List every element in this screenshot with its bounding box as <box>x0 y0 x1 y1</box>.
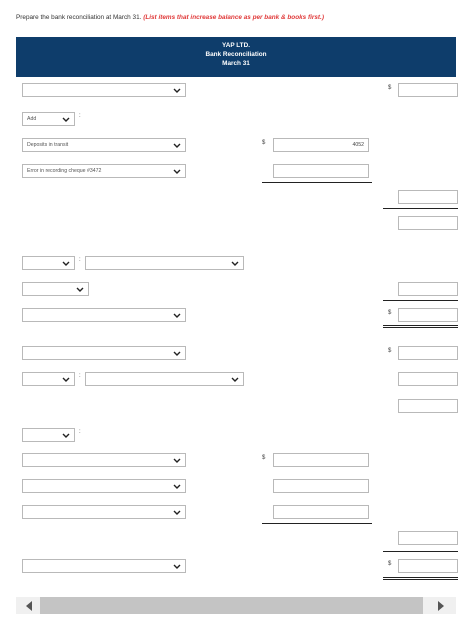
books-line-2-select[interactable] <box>22 479 186 493</box>
error-recording-amount[interactable] <box>273 164 369 178</box>
balance-per-bank-amount[interactable] <box>398 83 458 97</box>
deposits-in-transit-label: Deposits in transit <box>27 142 69 148</box>
deposits-in-transit-select[interactable]: Deposits in transit <box>22 138 186 152</box>
books-line-3-amount[interactable] <box>273 505 369 519</box>
books-line-1-amount[interactable] <box>273 453 369 467</box>
adjusted-books-balance-select[interactable] <box>22 559 186 573</box>
scroll-left-arrow-icon[interactable] <box>26 601 32 611</box>
currency-symbol: $ <box>262 455 266 461</box>
double-underline <box>383 325 458 328</box>
adjusted-bank-balance-select[interactable] <box>22 308 186 322</box>
chevron-down-icon <box>62 377 70 382</box>
scrollbar-thumb[interactable] <box>40 597 423 614</box>
deduction-sub-select[interactable] <box>22 282 89 296</box>
chevron-down-icon <box>62 117 70 122</box>
currency-symbol: $ <box>388 85 392 91</box>
add-less-select-2[interactable] <box>22 256 75 270</box>
deduction-underline <box>383 300 458 301</box>
books-item-select[interactable] <box>85 372 244 386</box>
error-recording-select[interactable]: Error in recording cheque #3472 <box>22 164 186 178</box>
books-add-less-select-2[interactable] <box>22 428 75 442</box>
subtotal-underline <box>262 182 372 183</box>
chevron-down-icon <box>173 313 181 318</box>
books-subtotal-amount[interactable] <box>398 399 458 413</box>
company-name: YAP LTD. <box>222 42 250 49</box>
chevron-down-icon <box>173 484 181 489</box>
chevron-down-icon <box>173 88 181 93</box>
report-title: Bank Reconciliation <box>205 51 267 58</box>
colon-label: : <box>79 257 81 263</box>
instruction-text: Prepare the bank reconciliation at March… <box>16 14 324 21</box>
chevron-down-icon <box>173 564 181 569</box>
colon-label: : <box>79 373 81 379</box>
scroll-right-arrow-icon[interactable] <box>438 601 444 611</box>
chevron-down-icon <box>173 510 181 515</box>
bank-additions-total[interactable] <box>398 190 458 204</box>
instruction-main: Prepare the bank reconciliation at March… <box>16 14 142 21</box>
balance-per-books-select[interactable] <box>22 346 186 360</box>
currency-symbol: $ <box>388 348 392 354</box>
chevron-down-icon <box>173 458 181 463</box>
currency-symbol: $ <box>388 561 392 567</box>
chevron-down-icon <box>231 261 239 266</box>
deduction-amount[interactable] <box>398 282 458 296</box>
books-line-3-select[interactable] <box>22 505 186 519</box>
currency-symbol: $ <box>388 310 392 316</box>
adjusted-books-balance-amount[interactable] <box>398 559 458 573</box>
colon-label: : <box>79 429 81 435</box>
adjusted-bank-balance-amount[interactable] <box>398 308 458 322</box>
currency-symbol: $ <box>262 140 266 146</box>
chevron-down-icon <box>76 287 84 292</box>
books-deductions-total[interactable] <box>398 531 458 545</box>
chevron-down-icon <box>62 261 70 266</box>
balance-per-bank-select[interactable] <box>22 83 186 97</box>
books-line-1-select[interactable] <box>22 453 186 467</box>
books-item-amount[interactable] <box>398 372 458 386</box>
deposits-in-transit-amount[interactable]: 4052 <box>273 138 369 152</box>
report-date: March 31 <box>222 60 250 67</box>
books-subtotal-underline <box>262 523 372 524</box>
add-less-value: Add <box>27 116 37 122</box>
reconciliation-header: YAP LTD. Bank Reconciliation March 31 <box>16 37 456 77</box>
books-double-underline <box>383 577 458 580</box>
chevron-down-icon <box>173 169 181 174</box>
balance-per-books-amount[interactable] <box>398 346 458 360</box>
books-add-less-select[interactable] <box>22 372 75 386</box>
deduction-item-select[interactable] <box>85 256 244 270</box>
chevron-down-icon <box>231 377 239 382</box>
instruction-emphasis: (List items that increase balance as per… <box>143 14 324 21</box>
books-line-2-amount[interactable] <box>273 479 369 493</box>
colon-label: : <box>79 113 81 119</box>
bank-subtotal-amount[interactable] <box>398 216 458 230</box>
total-underline <box>383 208 458 209</box>
chevron-down-icon <box>62 433 70 438</box>
books-total-underline <box>383 551 458 552</box>
chevron-down-icon <box>173 351 181 356</box>
chevron-down-icon <box>173 143 181 148</box>
error-recording-label: Error in recording cheque #3472 <box>27 168 102 174</box>
add-less-select[interactable]: Add <box>22 112 75 126</box>
